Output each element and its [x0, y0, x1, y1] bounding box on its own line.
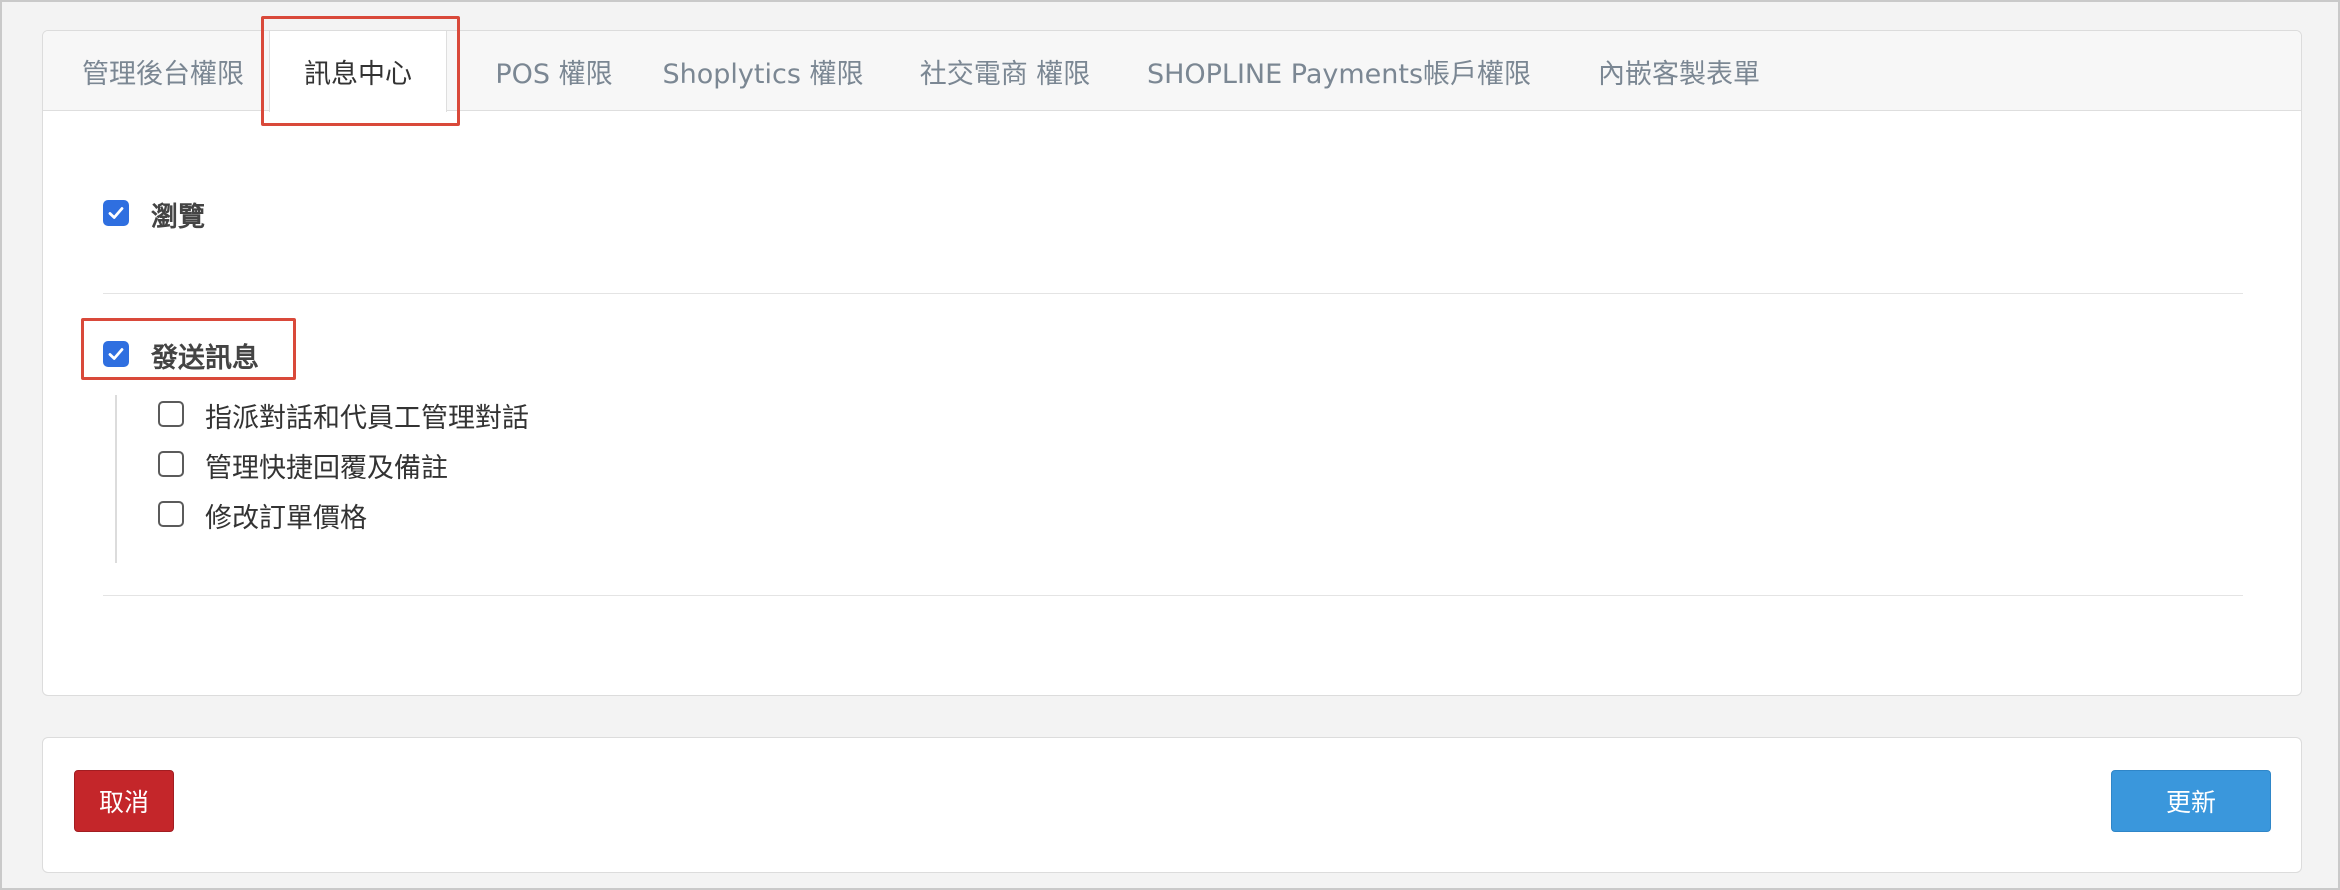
section-divider	[103, 293, 2243, 294]
send-message-label: 發送訊息	[151, 343, 259, 374]
checkmark-icon	[108, 348, 124, 360]
app-frame: 管理後台權限 訊息中心 POS 權限 Shoplytics 權限 社交電商 權限…	[0, 0, 2340, 890]
section-divider	[103, 595, 2243, 596]
permission-tabs: 管理後台權限 訊息中心 POS 權限 Shoplytics 權限 社交電商 權限…	[43, 31, 2301, 112]
action-footer: 取消 更新	[42, 737, 2302, 873]
tab-social-commerce-permissions[interactable]: 社交電商 權限	[905, 31, 1105, 111]
quick-replies-label: 管理快捷回覆及備註	[205, 453, 448, 484]
browse-checkbox[interactable]	[103, 200, 129, 226]
cancel-button[interactable]: 取消	[74, 770, 174, 832]
browse-label: 瀏覽	[151, 202, 205, 233]
tab-shopline-payments-permissions[interactable]: SHOPLINE Payments帳戶權限	[1139, 31, 1539, 111]
tab-message-center[interactable]: 訊息中心	[269, 31, 447, 112]
tab-admin-permissions[interactable]: 管理後台權限	[73, 31, 253, 111]
tab-pos-permissions[interactable]: POS 權限	[479, 31, 629, 111]
edit-order-price-checkbox[interactable]	[158, 501, 184, 527]
send-message-checkbox[interactable]	[103, 341, 129, 367]
permissions-panel: 管理後台權限 訊息中心 POS 權限 Shoplytics 權限 社交電商 權限…	[42, 30, 2302, 696]
edit-order-price-label: 修改訂單價格	[205, 503, 367, 534]
tab-embedded-custom-form[interactable]: 內嵌客製表單	[1577, 31, 1781, 111]
quick-replies-checkbox[interactable]	[158, 451, 184, 477]
assign-conversations-label: 指派對話和代員工管理對話	[205, 403, 529, 434]
tab-shoplytics-permissions[interactable]: Shoplytics 權限	[653, 31, 873, 111]
assign-conversations-checkbox[interactable]	[158, 401, 184, 427]
checkmark-icon	[108, 207, 124, 219]
sub-permission-indent-line	[115, 395, 117, 563]
update-button[interactable]: 更新	[2111, 770, 2271, 832]
